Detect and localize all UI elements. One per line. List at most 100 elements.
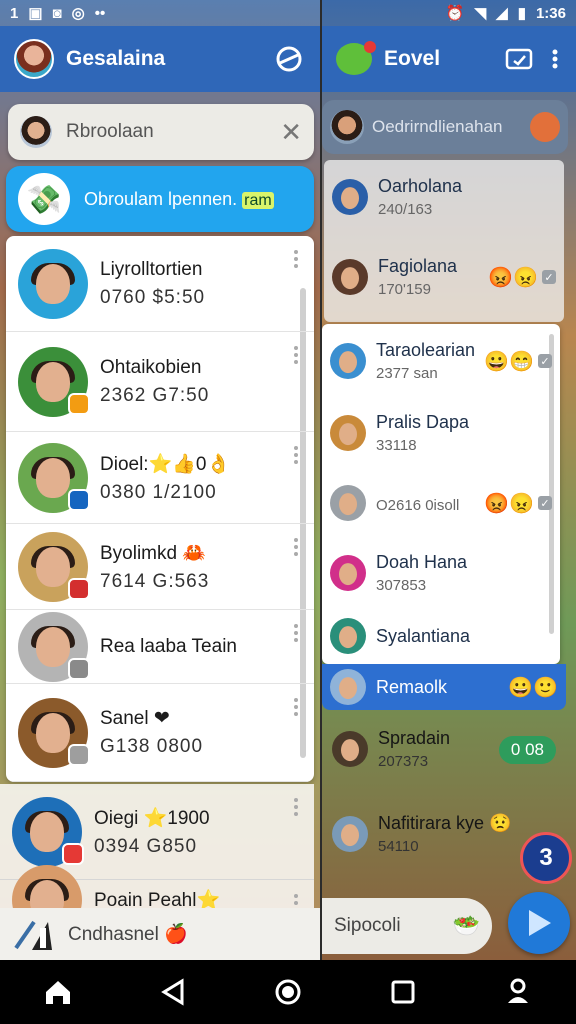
status-badge-icon [68,392,90,415]
chat-meta: 170'159 [378,281,431,298]
money-icon: 💸 [18,173,70,225]
chat-row[interactable]: Dioel:⭐👍0👌 0380 1/2100 [6,432,314,524]
camera-icon[interactable] [502,42,536,76]
chat-name: Remaolk [376,676,448,697]
more-vert-icon[interactable] [294,446,300,464]
send-button[interactable] [508,892,570,954]
chat-name: Dioel:⭐👍0👌 [100,453,231,475]
avatar-face [36,457,70,498]
emoji-tags: 😀😁 ✓ [484,349,552,374]
system-nav-bar [0,960,576,1024]
left-compose-bar[interactable]: Cndhasnel 🍎 [0,908,320,960]
right-app-bar: Eovel [322,26,576,92]
avatar [330,669,366,705]
chat-meta: 7614 G:563 [100,570,210,592]
chat-name: Taraolearian [376,340,476,360]
avatar [12,796,84,867]
check-icon[interactable]: ✓ [542,270,556,284]
avatar [18,346,90,417]
profile-icon[interactable] [490,964,546,1020]
status-number: 1 [10,4,19,22]
avatar [330,618,366,654]
chat-row[interactable]: Liyrolltortien 0760 $5:50 [6,236,314,332]
chat-name: Byolimkd 🦀 [100,542,207,564]
left-search-bar[interactable]: Rbroolaan ✕ [8,104,314,160]
selected-chat-row[interactable]: Remaolk 😀🙂 [322,664,566,710]
more-vert-icon[interactable] [294,346,300,364]
recents-icon[interactable] [375,964,431,1020]
sticker-icon[interactable]: 🥗 [453,913,480,939]
search-input[interactable]: Rbroolaan [66,121,266,143]
chat-row[interactable]: Taraolearian 2377 san 😀😁 ✓ [322,324,560,398]
more-vert-icon[interactable] [294,698,300,716]
search-avatar [330,110,364,144]
chat-row[interactable]: Pralis Dapa 33118 [322,398,560,468]
chat-text: Doah Hana 307853 [376,552,552,594]
right-app-title: Eovel [384,47,441,70]
emoji-tags: 😀🙂 [508,676,558,699]
more-vert-icon[interactable] [294,250,300,268]
promo-label: Obroulam lpennen. [84,188,238,209]
status-dot-icon[interactable] [530,112,560,142]
avatar [332,259,368,295]
attachment-icon[interactable] [12,914,54,954]
avatar-face [36,712,70,753]
chat-text: Dioel:⭐👍0👌 0380 1/2100 [100,452,302,504]
chat-meta: 2362 G7:50 [100,384,210,406]
status-badge-icon [68,488,90,511]
chat-row[interactable]: Rea laaba Teain [6,610,314,684]
avatar [330,485,366,521]
chat-name: Sanel ❤ [100,708,170,729]
chat-row[interactable]: Ohtaikobien 2362 G7:50 [6,332,314,432]
notification-badge[interactable]: 3 [520,832,572,884]
home-icon[interactable] [30,964,86,1020]
chat-row[interactable]: Byolimkd 🦀 7614 G:563 [6,524,314,610]
wifi-icon: ◥ [474,4,487,22]
right-search-bar[interactable]: Oedrirndlienahan [322,100,568,154]
compose-input[interactable]: Sipocoli [334,915,445,937]
chat-row[interactable]: Doah Hana 307853 [322,538,560,608]
chat-meta: 240/163 [378,201,433,218]
close-icon[interactable]: ✕ [280,117,302,148]
sync-icon[interactable] [272,42,306,76]
more-vert-icon[interactable] [294,798,300,816]
more-vert-icon[interactable] [548,42,562,76]
chat-meta: G138 0800 [100,736,204,757]
chat-meta: 0380 1/2100 [100,481,217,503]
chat-text: Liyrolltortien 0760 $5:50 [100,259,302,309]
chat-row[interactable]: O2616 0isoll 😡😠 ✓ [322,468,560,538]
more-vert-icon[interactable] [294,538,300,556]
send-icon [529,910,551,936]
emoji-tags: 😡😠 ✓ [488,265,556,290]
chat-row[interactable]: Fagiolana 170'159 😡😠 ✓ [324,234,564,320]
chat-row[interactable]: Syalantiana [322,608,560,664]
chat-name: Liyrolltortien [100,258,203,280]
app-logo-icon [336,41,376,75]
check-icon[interactable]: ✓ [538,496,552,510]
right-compose-bar[interactable]: Sipocoli 🥗 [322,898,492,954]
avatar-face [30,811,64,852]
chat-name: Pralis Dapa [376,412,470,432]
status-badge-icon [68,577,90,600]
compose-input[interactable]: Cndhasnel 🍎 [68,922,188,946]
search-input[interactable]: Oedrirndlienahan [372,117,522,137]
chat-row[interactable]: Oarholana 240/163 [324,160,564,234]
chat-meta: 0760 $5:50 [100,286,206,308]
home-circle-icon[interactable] [260,964,316,1020]
chat-row[interactable]: Spradain 207373 0 08 [324,712,564,786]
check-icon[interactable]: ✓ [538,354,552,368]
chat-row[interactable]: Sanel ❤ G138 0800 [6,684,314,782]
promo-highlight: ram [242,191,274,209]
chat-text: O2616 0isoll [376,493,474,514]
profile-avatar[interactable] [14,39,54,79]
status-badge-icon [68,743,90,766]
status-time: 1:36 [535,4,566,22]
back-icon[interactable] [145,964,201,1020]
chat-text: Taraolearian 2377 san [376,340,476,382]
more-vert-icon[interactable] [294,624,300,642]
right-chat-list-top: Oarholana 240/163 Fagiolana 170'159 😡😠 ✓ [324,160,564,322]
promo-banner[interactable]: 💸 Obroulam lpennen. ram [6,166,314,232]
chat-text: Rea laaba Teain [100,636,302,658]
right-app-pane: Eovel Oedrirndlienahan Oarholana 240/163 F… [322,0,576,960]
avatar [330,415,366,451]
